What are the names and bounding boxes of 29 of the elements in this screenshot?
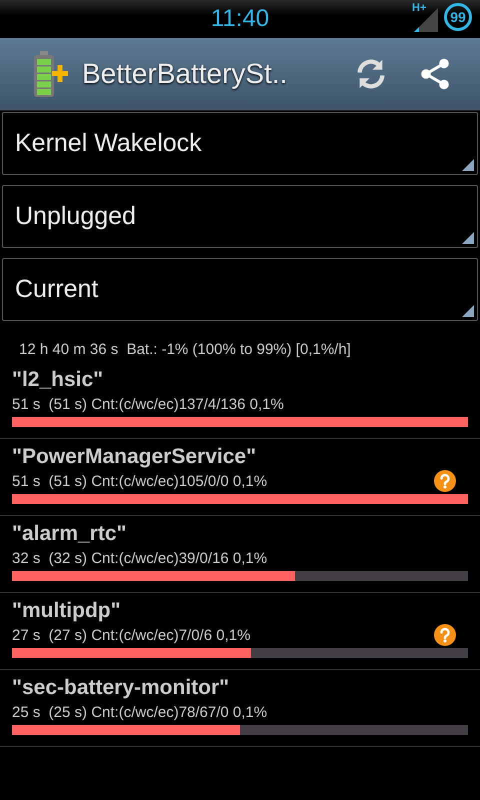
wakelock-detail: 32 s (32 s) Cnt:(c/wc/ec)39/0/16 0,1% [12, 550, 268, 566]
wakelock-detail: 25 s (25 s) Cnt:(c/wc/ec)78/67/0 0,1% [12, 704, 268, 720]
wakelock-name: "multipdp" [12, 599, 122, 623]
dropdown-corner-icon [462, 305, 474, 317]
app-title: BetterBatterySt.. [82, 58, 288, 90]
wakelock-detail: 51 s (51 s) Cnt:(c/wc/ec)137/4/136 0,1% [12, 396, 284, 412]
wakelock-detail: 27 s (27 s) Cnt:(c/wc/ec)7/0/6 0,1% [12, 626, 250, 644]
battery-level: 99 [444, 3, 472, 31]
dropdown[interactable]: Current [2, 258, 478, 321]
help-icon[interactable] [434, 470, 456, 492]
battery-plus-icon [32, 51, 68, 97]
wakelock-row[interactable]: "PowerManagerService" 51 s (51 s) Cnt:(c/wc/ec)105/0/0 0,1% [0, 439, 480, 516]
dropdown-corner-icon [462, 232, 474, 244]
dropdown[interactable]: Unplugged [2, 185, 478, 248]
summary-text: 12 h 40 m 36 s Bat.: -1% (100% to 99%) [0,1%/h] [18, 340, 352, 360]
wakelock-row[interactable]: "alarm_rtc" 32 s (32 s) Cnt:(c/wc/ec)39/0/16 0,1% [0, 516, 480, 593]
wakelock-detail: 51 s (51 s) Cnt:(c/wc/ec)105/0/0 0,1% [12, 472, 268, 490]
dropdown-corner-icon [462, 159, 474, 171]
wakelock-name: "alarm_rtc" [12, 522, 128, 546]
dropdown[interactable]: Kernel Wakelock [2, 112, 478, 175]
clock: 11:40 [210, 5, 270, 33]
wakelock-name: "PowerManagerService" [12, 445, 258, 469]
network-type: H+ [412, 2, 426, 14]
wakelock-row[interactable]: "sec-battery-monitor" 25 s (25 s) Cnt:(c/wc/ec)78/67/0 0,1% [0, 670, 480, 747]
wakelock-row[interactable]: "multipdp" 27 s (27 s) Cnt:(c/wc/ec)7/0/6 0,1% [0, 593, 480, 670]
wakelock-name: "l2_hsic" [12, 368, 104, 392]
help-icon[interactable] [434, 624, 456, 646]
wakelock-name: "sec-battery-monitor" [12, 676, 230, 700]
wakelock-row[interactable]: "l2_hsic" 51 s (51 s) Cnt:(c/wc/ec)137/4/136 0,1% [0, 362, 480, 439]
